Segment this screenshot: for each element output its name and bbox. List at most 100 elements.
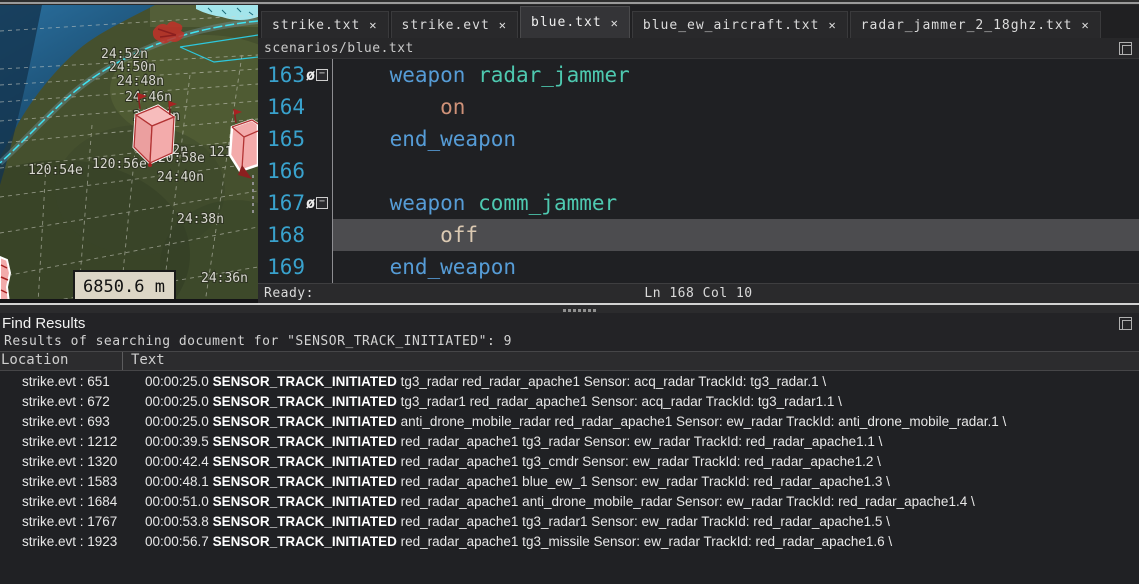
result-text: 00:00:42.4 SENSOR_TRACK_INITIATED red_ra… <box>145 454 1139 469</box>
code-text[interactable]: off <box>333 219 1139 251</box>
find-result-row[interactable]: strike.evt : 1767 00:00:53.8 SENSOR_TRAC… <box>0 511 1139 531</box>
splitter-drag-handle-icon[interactable] <box>563 309 596 312</box>
result-location: strike.evt : 1684 <box>0 494 145 509</box>
tab-label: strike.txt <box>272 18 360 33</box>
find-result-row[interactable]: strike.evt : 1583 00:00:48.1 SENSOR_TRAC… <box>0 471 1139 491</box>
line-number: 167 <box>258 191 305 215</box>
result-location: strike.evt : 693 <box>0 414 145 429</box>
horizontal-splitter[interactable] <box>0 303 1139 313</box>
find-result-row[interactable]: strike.evt : 1923 00:00:56.7 SENSOR_TRAC… <box>0 531 1139 551</box>
editor-gutter: 163 ø − <box>258 59 333 91</box>
code-text[interactable]: end_weapon <box>333 251 1139 283</box>
editor-gutter: 168 <box>258 219 333 251</box>
find-result-row[interactable]: strike.evt : 672 00:00:25.0 SENSOR_TRACK… <box>0 391 1139 411</box>
find-result-row[interactable]: strike.evt : 1684 00:00:51.0 SENSOR_TRAC… <box>0 491 1139 511</box>
map-lat-label: 24:40n <box>157 170 204 185</box>
editor-tab[interactable]: strike.evt ✕ <box>391 11 519 38</box>
editor-tab[interactable]: blue_ew_aircraft.txt ✕ <box>632 11 848 38</box>
line-number: 168 <box>258 223 305 247</box>
close-icon[interactable]: ✕ <box>1082 18 1090 32</box>
duplicate-view-icon[interactable] <box>1119 317 1132 330</box>
map-lat-label: 24:38n <box>177 212 224 227</box>
code-text[interactable]: on <box>333 91 1139 123</box>
editor-status-bar: Ready: Ln 168 Col 10 <box>258 283 1139 303</box>
map-view[interactable]: 24:52n 24:50n 24:48n 24:46n 24:44n 24:42… <box>0 5 258 303</box>
map-lon-label: 120:54e <box>28 163 83 178</box>
find-result-row[interactable]: strike.evt : 1320 00:00:42.4 SENSOR_TRAC… <box>0 451 1139 471</box>
result-text: 00:00:51.0 SENSOR_TRACK_INITIATED red_ra… <box>145 494 1139 509</box>
app-window: 24:52n 24:50n 24:48n 24:46n 24:44n 24:42… <box>0 0 1139 584</box>
editor-gutter: 169 <box>258 251 333 283</box>
breadcrumb: scenarios/blue.txt <box>258 41 1119 56</box>
code-line[interactable]: 163 ø − weapon radar_jammer <box>258 59 1139 91</box>
code-line[interactable]: 164 on <box>258 91 1139 123</box>
editor-tab[interactable]: strike.txt ✕ <box>261 11 389 38</box>
result-location: strike.evt : 1212 <box>0 434 145 449</box>
result-text: 00:00:25.0 SENSOR_TRACK_INITIATED anti_d… <box>145 414 1139 429</box>
find-result-row[interactable]: strike.evt : 693 00:00:25.0 SENSOR_TRACK… <box>0 411 1139 431</box>
editor-gutter: 166 <box>258 155 333 187</box>
result-text: 00:00:53.8 SENSOR_TRACK_INITIATED red_ra… <box>145 514 1139 529</box>
close-icon[interactable]: ✕ <box>369 18 377 32</box>
result-location: strike.evt : 1583 <box>0 474 145 489</box>
code-line[interactable]: 169 end_weapon <box>258 251 1139 283</box>
code-text[interactable] <box>333 155 1139 187</box>
editor-panel: strike.txt ✕ strike.evt ✕ blue.txt ✕ blu… <box>258 5 1139 303</box>
column-header-location[interactable]: Location <box>0 352 123 370</box>
find-result-row[interactable]: strike.evt : 651 00:00:25.0 SENSOR_TRACK… <box>0 371 1139 391</box>
code-text[interactable]: end_weapon <box>333 123 1139 155</box>
map-unit[interactable] <box>0 257 10 303</box>
editor-tab[interactable]: blue.txt ✕ <box>520 6 630 38</box>
map-scale: 6850.6 m <box>74 271 175 303</box>
code-text[interactable]: weapon comm_jammer <box>333 187 1139 219</box>
result-text: 00:00:48.1 SENSOR_TRACK_INITIATED red_ra… <box>145 474 1139 489</box>
close-icon[interactable]: ✕ <box>611 16 619 30</box>
result-text: 00:00:25.0 SENSOR_TRACK_INITIATED tg3_ra… <box>145 374 1139 389</box>
map-lon-label: 120:56e <box>92 157 147 172</box>
results-table-body: strike.evt : 651 00:00:25.0 SENSOR_TRACK… <box>0 371 1139 551</box>
map-lat-label: 24:46n <box>125 90 172 105</box>
line-number: 166 <box>258 159 305 183</box>
column-header-text[interactable]: Text <box>123 352 165 370</box>
find-results-title: Find Results <box>0 315 1119 332</box>
code-line[interactable]: 166 <box>258 155 1139 187</box>
result-text: 00:00:39.5 SENSOR_TRACK_INITIATED red_ra… <box>145 434 1139 449</box>
fold-collapse-icon[interactable]: − <box>316 197 328 209</box>
map-canvas[interactable]: 24:52n 24:50n 24:48n 24:46n 24:44n 24:42… <box>0 5 258 303</box>
find-results-summary: Results of searching document for "SENSO… <box>0 334 1139 351</box>
code-line[interactable]: 167 ø − weapon comm_jammer <box>258 187 1139 219</box>
map-lat-label: 24:48n <box>117 74 164 89</box>
tab-label: radar_jammer_2_18ghz.txt <box>861 18 1073 33</box>
result-text: 00:00:56.7 SENSOR_TRACK_INITIATED red_ra… <box>145 534 1139 549</box>
line-number: 164 <box>258 95 305 119</box>
editor-gutter: 167 ø − <box>258 187 333 219</box>
find-result-row[interactable]: strike.evt : 1212 00:00:39.5 SENSOR_TRAC… <box>0 431 1139 451</box>
fold-collapse-icon[interactable]: − <box>316 69 328 81</box>
editor-gutter: 165 <box>258 123 333 155</box>
code-area[interactable]: 163 ø − weapon radar_jammer 164 on 165 <box>258 59 1139 283</box>
code-line[interactable]: 168 off <box>258 219 1139 251</box>
result-location: strike.evt : 1923 <box>0 534 145 549</box>
result-text: 00:00:25.0 SENSOR_TRACK_INITIATED tg3_ra… <box>145 394 1139 409</box>
hidden-region-icon[interactable]: ø <box>306 68 315 83</box>
line-number: 169 <box>258 255 305 279</box>
result-location: strike.evt : 1320 <box>0 454 145 469</box>
find-results-panel: Find Results Results of searching docume… <box>0 313 1139 584</box>
splitter-line <box>0 303 1139 305</box>
editor-tab-bar: strike.txt ✕ strike.evt ✕ blue.txt ✕ blu… <box>258 5 1139 38</box>
duplicate-view-icon[interactable] <box>1119 42 1132 55</box>
editor-tab[interactable]: radar_jammer_2_18ghz.txt ✕ <box>850 11 1101 38</box>
breadcrumb-row: scenarios/blue.txt <box>258 38 1139 59</box>
hidden-region-icon[interactable]: ø <box>306 196 315 211</box>
close-icon[interactable]: ✕ <box>828 18 836 32</box>
gutter-icons: ø − <box>305 196 332 211</box>
line-number: 163 <box>258 63 305 87</box>
code-line[interactable]: 165 end_weapon <box>258 123 1139 155</box>
code-text[interactable]: weapon radar_jammer <box>333 59 1139 91</box>
result-location: strike.evt : 1767 <box>0 514 145 529</box>
main-row: 24:52n 24:50n 24:48n 24:46n 24:44n 24:42… <box>0 5 1139 303</box>
line-number: 165 <box>258 127 305 151</box>
tab-label: blue.txt <box>531 15 602 30</box>
map-lat-label: 24:36n <box>201 271 248 286</box>
close-icon[interactable]: ✕ <box>499 18 507 32</box>
